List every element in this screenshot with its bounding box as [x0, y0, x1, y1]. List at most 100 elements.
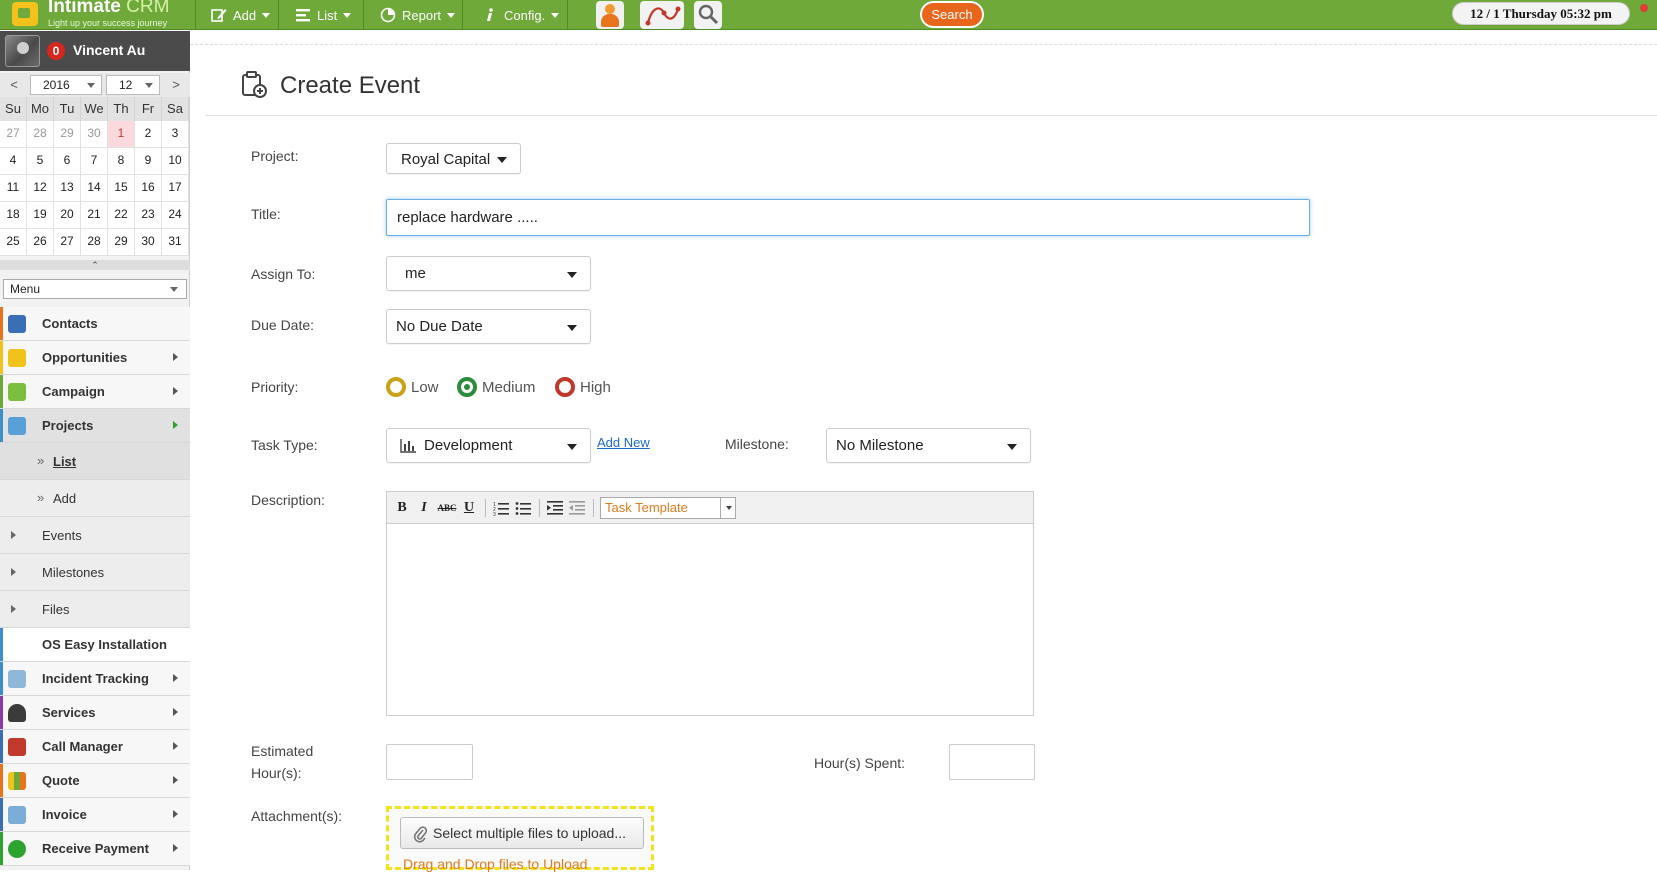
calendar-day[interactable]: 25 — [0, 229, 27, 256]
calendar-day[interactable]: 13 — [54, 175, 81, 202]
calendar-day[interactable]: 17 — [162, 175, 189, 202]
calendar-day[interactable]: 12 — [27, 175, 54, 202]
calendar-day[interactable]: 19 — [27, 202, 54, 229]
sidebar-item-milestones[interactable]: Milestones — [0, 554, 190, 591]
collapse-calendar-button[interactable]: ⌃ — [0, 260, 190, 270]
logo[interactable]: Intimate CRM Light up your success journ… — [10, 0, 195, 30]
search-icon[interactable] — [694, 1, 722, 29]
list-menu-button[interactable]: List — [295, 0, 352, 30]
calendar-day[interactable]: 7 — [81, 148, 108, 175]
add-new-task-type-link[interactable]: Add New — [597, 435, 650, 450]
milestone-select[interactable]: No Milestone — [826, 428, 1031, 463]
calendar-day[interactable]: 20 — [54, 202, 81, 229]
calendar-day[interactable]: 4 — [0, 148, 27, 175]
calendar-day[interactable]: 6 — [54, 148, 81, 175]
calendar-day[interactable]: 23 — [135, 202, 162, 229]
report-menu-button[interactable]: Report — [380, 0, 456, 30]
calendar-day[interactable]: 28 — [27, 121, 54, 148]
sidebar-item-events[interactable]: Events — [0, 517, 190, 554]
calendar-day[interactable]: 29 — [54, 121, 81, 148]
calendar-day[interactable]: 27 — [54, 229, 81, 256]
contacts-icon — [8, 315, 26, 333]
hours-spent-input[interactable] — [949, 744, 1035, 780]
bold-button[interactable]: B — [394, 500, 410, 516]
calendar-day[interactable]: 16 — [135, 175, 162, 202]
sidebar-item-contacts[interactable]: Contacts — [0, 307, 190, 341]
calendar-day[interactable]: 28 — [81, 229, 108, 256]
user-name[interactable]: Vincent Au — [73, 42, 145, 58]
quote-icon — [8, 772, 26, 790]
calendar-day[interactable]: 30 — [135, 229, 162, 256]
sidebar-item-invoice[interactable]: Invoice — [0, 798, 190, 832]
calendar-day[interactable]: 30 — [81, 121, 108, 148]
description-textarea[interactable] — [387, 525, 1033, 715]
calendar-day[interactable]: 3 — [162, 121, 189, 148]
sidebar-item-os-easy-installation[interactable]: OS Easy Installation — [0, 628, 190, 662]
priority-low-radio[interactable]: Low — [386, 377, 439, 397]
month-select[interactable]: 12 — [106, 75, 160, 95]
avatar[interactable] — [5, 35, 40, 67]
calendar-day[interactable]: 14 — [81, 175, 108, 202]
priority-high-radio[interactable]: High — [555, 377, 611, 397]
calendar-day[interactable]: 2 — [135, 121, 162, 148]
file-dropzone[interactable]: Select multiple files to upload... Drag … — [386, 806, 654, 872]
ordered-list-icon[interactable]: 123 — [493, 500, 509, 516]
weekday-header: Fr — [135, 97, 162, 121]
project-select[interactable]: Royal Capital — [386, 143, 521, 174]
add-menu-button[interactable]: Add — [211, 0, 271, 30]
select-files-button[interactable]: Select multiple files to upload... — [400, 817, 644, 849]
sidebar-item-quote[interactable]: Quote — [0, 764, 190, 798]
sidebar-item-call-manager[interactable]: Call Manager — [0, 730, 190, 764]
indent-icon[interactable] — [547, 500, 563, 516]
sidebar-item-incident-tracking[interactable]: Incident Tracking — [0, 662, 190, 696]
calendar-day[interactable]: 24 — [162, 202, 189, 229]
bullet-list-icon[interactable] — [515, 500, 531, 516]
sidebar-subitem-list[interactable]: » List — [0, 443, 190, 480]
campaign-icon — [8, 383, 26, 401]
sidebar-item-services[interactable]: Services — [0, 696, 190, 730]
sidebar-subitem-add[interactable]: » Add — [0, 480, 190, 517]
notification-badge[interactable]: 0 — [47, 42, 65, 60]
italic-button[interactable]: I — [416, 500, 432, 516]
calendar-prev-button[interactable]: < — [3, 76, 25, 94]
task-template-select[interactable]: Task Template — [600, 497, 736, 519]
calendar-day[interactable]: 5 — [27, 148, 54, 175]
calendar-next-button[interactable]: > — [165, 76, 187, 94]
title-input[interactable] — [386, 199, 1310, 236]
calendar-day[interactable]: 29 — [108, 229, 135, 256]
title-label: Title: — [251, 206, 281, 222]
sidebar-item-campaign[interactable]: Campaign — [0, 375, 190, 409]
due-date-select[interactable]: No Due Date — [386, 309, 591, 344]
contact-icon[interactable] — [596, 1, 624, 29]
year-select[interactable]: 2016 — [30, 75, 102, 95]
priority-medium-radio[interactable]: Medium — [457, 377, 535, 397]
calendar-day[interactable]: 9 — [135, 148, 162, 175]
config-menu-button[interactable]: Config. — [482, 0, 560, 30]
task-type-select[interactable]: Development — [386, 428, 591, 463]
chevron-down-icon — [551, 12, 560, 18]
sidebar-item-opportunities[interactable]: Opportunities — [0, 341, 190, 375]
assign-to-select[interactable]: me — [386, 256, 591, 291]
calendar-day[interactable]: 8 — [108, 148, 135, 175]
calendar-day[interactable]: 21 — [81, 202, 108, 229]
menu-select[interactable]: Menu — [3, 279, 187, 299]
calendar-day[interactable]: 27 — [0, 121, 27, 148]
calendar-day[interactable]: 26 — [27, 229, 54, 256]
sidebar-item-projects[interactable]: Projects — [0, 409, 190, 443]
estimated-hours-input[interactable] — [386, 744, 473, 780]
calendar-day[interactable]: 1 — [108, 121, 135, 148]
underline-button[interactable]: U — [461, 500, 477, 516]
calendar-day[interactable]: 31 — [162, 229, 189, 256]
alert-icon[interactable] — [1640, 4, 1648, 12]
calendar-day[interactable]: 22 — [108, 202, 135, 229]
calendar-day[interactable]: 15 — [108, 175, 135, 202]
search-button[interactable]: Search — [920, 1, 984, 28]
calendar-day[interactable]: 18 — [0, 202, 27, 229]
outdent-icon[interactable] — [569, 500, 585, 516]
network-icon[interactable] — [640, 1, 684, 29]
calendar-day[interactable]: 11 — [0, 175, 27, 202]
calendar-day[interactable]: 10 — [162, 148, 189, 175]
sidebar-item-files[interactable]: Files — [0, 591, 190, 628]
strikethrough-button[interactable]: ABC — [437, 500, 457, 516]
sidebar-item-receive-payment[interactable]: Receive Payment — [0, 832, 190, 866]
